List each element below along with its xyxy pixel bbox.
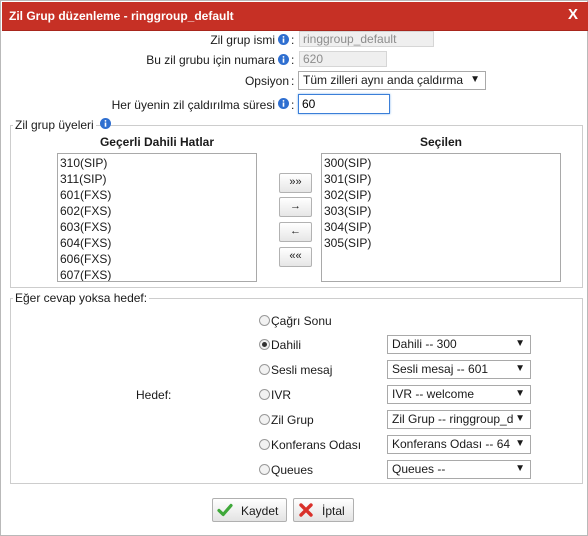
info-icon[interactable] bbox=[278, 34, 289, 45]
radio-label-ivr: IVR bbox=[271, 388, 292, 402]
radio-label-conference-room: Konferans Odası bbox=[271, 438, 362, 452]
radio-label-voicemail: Sesli mesaj bbox=[271, 363, 333, 377]
radio-call-end[interactable] bbox=[259, 315, 270, 326]
add-all-button[interactable]: »» bbox=[279, 173, 312, 193]
queues-select-value: Queues -- bbox=[392, 462, 446, 476]
dropdown-arrow-icon: ▼ bbox=[515, 438, 525, 449]
ring-time-label: Her üyenin zil çaldırılma süresi bbox=[111, 98, 275, 112]
conference-room-select-value: Konferans Odası -- 64 bbox=[392, 437, 511, 451]
list-item[interactable]: 310(SIP) bbox=[60, 155, 256, 171]
ring-time-input[interactable] bbox=[298, 94, 390, 114]
group-number-field[interactable]: 620 bbox=[299, 51, 387, 67]
ivr-select[interactable]: IVR -- welcome ▼ bbox=[387, 385, 531, 404]
dropdown-arrow-icon: ▼ bbox=[515, 338, 525, 349]
available-extensions-list[interactable]: 310(SIP) 311(SIP) 601(FXS) 602(FXS) 603(… bbox=[57, 153, 257, 282]
radio-label-ring-group: Zil Grup bbox=[271, 413, 314, 427]
dropdown-arrow-icon: ▼ bbox=[515, 463, 525, 474]
selected-extensions-header: Seçilen bbox=[419, 135, 463, 149]
list-item[interactable]: 606(FXS) bbox=[60, 251, 256, 267]
remove-selected-button[interactable]: ← bbox=[279, 222, 312, 242]
cancel-button-label: İptal bbox=[322, 504, 345, 518]
ring-group-select[interactable]: Zil Grup -- ringgroup_d ▼ bbox=[387, 410, 531, 429]
list-item[interactable]: 303(SIP) bbox=[324, 203, 560, 219]
title-bar: Zil Grup düzenleme - ringgroup_default X bbox=[2, 2, 588, 31]
failover-legend: Eğer cevap yoksa hedef: bbox=[13, 291, 150, 305]
cross-icon bbox=[297, 501, 315, 519]
option-select-value: Tüm zilleri aynı anda çaldırma bbox=[303, 73, 464, 87]
add-selected-button[interactable]: → bbox=[279, 197, 312, 217]
option-label: Opsiyon bbox=[244, 74, 289, 88]
selected-extensions-list[interactable]: 300(SIP) 301(SIP) 302(SIP) 303(SIP) 304(… bbox=[321, 153, 561, 282]
list-item[interactable]: 301(SIP) bbox=[324, 171, 560, 187]
radio-extension[interactable] bbox=[259, 339, 270, 350]
colon-separator: : bbox=[291, 53, 295, 67]
list-item[interactable]: 602(FXS) bbox=[60, 203, 256, 219]
group-number-label: Bu zil grubu için numara bbox=[146, 53, 275, 67]
list-item[interactable]: 603(FXS) bbox=[60, 219, 256, 235]
info-icon[interactable] bbox=[278, 54, 289, 65]
save-button-label: Kaydet bbox=[241, 504, 279, 518]
radio-voicemail[interactable] bbox=[259, 364, 270, 375]
list-item[interactable]: 311(SIP) bbox=[60, 171, 256, 187]
extension-select-value: Dahili -- 300 bbox=[392, 337, 457, 351]
radio-ivr[interactable] bbox=[259, 389, 270, 400]
colon-separator: : bbox=[291, 33, 295, 47]
group-name-label: Zil grup ismi bbox=[210, 33, 275, 47]
checkmark-icon bbox=[216, 501, 234, 519]
ring-group-select-value: Zil Grup -- ringgroup_d bbox=[392, 412, 514, 426]
dialog-title: Zil Grup düzenleme - ringgroup_default bbox=[9, 9, 234, 23]
cancel-button[interactable]: İptal bbox=[293, 498, 354, 522]
remove-all-button[interactable]: «« bbox=[279, 247, 312, 267]
close-button[interactable]: X bbox=[568, 6, 578, 23]
save-button[interactable]: Kaydet bbox=[212, 498, 287, 522]
available-extensions-header: Geçerli Dahili Hatlar bbox=[99, 135, 215, 149]
info-icon[interactable] bbox=[278, 98, 289, 109]
list-item[interactable]: 604(FXS) bbox=[60, 235, 256, 251]
list-item[interactable]: 302(SIP) bbox=[324, 187, 560, 203]
ivr-select-value: IVR -- welcome bbox=[392, 387, 475, 401]
queues-select[interactable]: Queues -- ▼ bbox=[387, 460, 531, 479]
radio-conference-room[interactable] bbox=[259, 439, 270, 450]
option-select[interactable]: Tüm zilleri aynı anda çaldırma ▼ bbox=[298, 71, 486, 90]
group-name-field[interactable]: ringgroup_default bbox=[299, 31, 434, 47]
dropdown-arrow-icon: ▼ bbox=[470, 74, 480, 85]
list-item[interactable]: 601(FXS) bbox=[60, 187, 256, 203]
colon-separator: : bbox=[291, 74, 295, 88]
dropdown-arrow-icon: ▼ bbox=[515, 388, 525, 399]
dropdown-arrow-icon: ▼ bbox=[515, 363, 525, 374]
list-item[interactable]: 304(SIP) bbox=[324, 219, 560, 235]
voicemail-select[interactable]: Sesli mesaj -- 601 ▼ bbox=[387, 360, 531, 379]
radio-label-call-end: Çağrı Sonu bbox=[271, 314, 332, 328]
colon-separator: : bbox=[291, 98, 295, 112]
list-item[interactable]: 300(SIP) bbox=[324, 155, 560, 171]
voicemail-select-value: Sesli mesaj -- 601 bbox=[392, 362, 489, 376]
members-legend-text: Zil grup üyeleri bbox=[15, 118, 94, 132]
extension-select[interactable]: Dahili -- 300 ▼ bbox=[387, 335, 531, 354]
radio-queues[interactable] bbox=[259, 464, 270, 475]
members-legend: Zil grup üyeleri bbox=[13, 118, 96, 132]
list-item[interactable]: 607(FXS) bbox=[60, 267, 256, 281]
conference-room-select[interactable]: Konferans Odası -- 64 ▼ bbox=[387, 435, 531, 454]
dropdown-arrow-icon: ▼ bbox=[515, 413, 525, 424]
radio-ring-group[interactable] bbox=[259, 414, 270, 425]
radio-label-queues: Queues bbox=[271, 463, 314, 477]
ring-group-edit-dialog: Zil Grup düzenleme - ringgroup_default X… bbox=[0, 0, 588, 536]
radio-label-extension: Dahili bbox=[271, 338, 302, 352]
list-item[interactable]: 305(SIP) bbox=[324, 235, 560, 251]
info-icon[interactable] bbox=[100, 118, 111, 129]
destination-label: Hedef: bbox=[136, 388, 172, 402]
